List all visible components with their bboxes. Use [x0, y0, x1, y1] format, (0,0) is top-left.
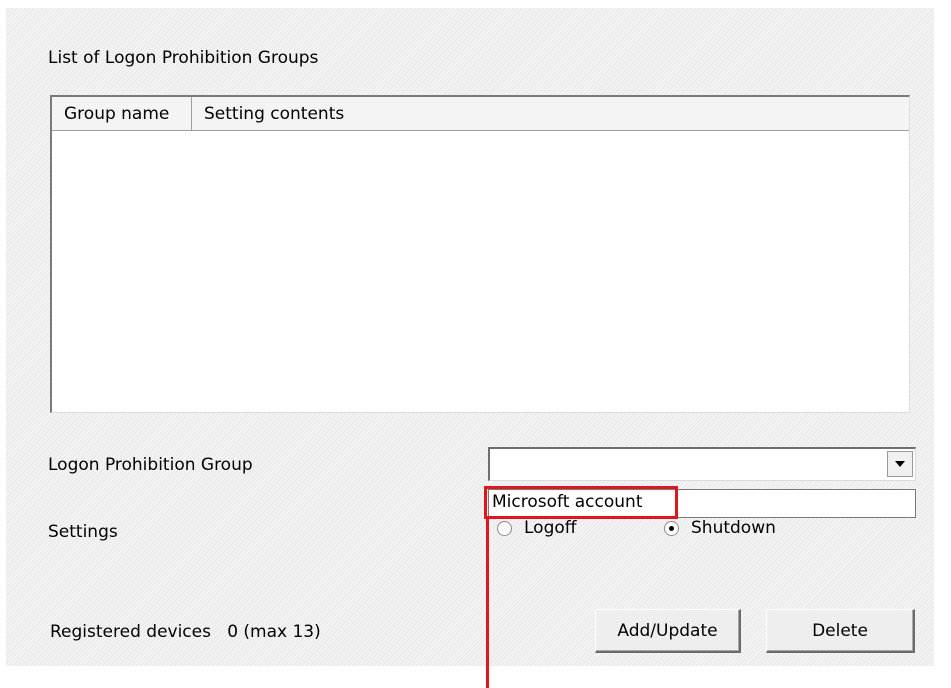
logon-prohibition-group-label: Logon Prohibition Group	[48, 455, 253, 475]
registered-devices-label: Registered devices 0 (max 13)	[50, 622, 321, 642]
registered-devices-value: 0 (max 13)	[227, 622, 321, 642]
add-update-button[interactable]: Add/Update	[595, 609, 741, 653]
radio-logoff-circle[interactable]	[497, 520, 512, 536]
radio-shutdown[interactable]: Shutdown	[664, 518, 776, 538]
annotation-callout-line	[486, 518, 489, 688]
radio-logoff-label: Logoff	[524, 518, 577, 538]
radio-shutdown-label: Shutdown	[691, 518, 776, 538]
radio-selected-dot	[669, 525, 674, 531]
settings-label: Settings	[48, 522, 118, 542]
column-header-group-name[interactable]: Group name	[52, 97, 192, 130]
radio-logoff[interactable]: Logoff	[497, 518, 576, 538]
chevron-down-icon	[895, 461, 905, 467]
annotation-highlight-box	[484, 486, 678, 519]
delete-button[interactable]: Delete	[766, 609, 915, 653]
radio-shutdown-circle[interactable]	[664, 520, 679, 536]
logon-prohibition-group-combobox[interactable]	[488, 447, 916, 481]
combobox-dropdown-button[interactable]	[887, 451, 913, 477]
list-header: Group name Setting contents	[52, 97, 909, 131]
section-title: List of Logon Prohibition Groups	[48, 48, 319, 68]
logon-prohibition-groups-list[interactable]: Group name Setting contents	[50, 95, 910, 413]
registered-devices-text: Registered devices	[50, 622, 211, 642]
column-header-setting-contents[interactable]: Setting contents	[192, 97, 909, 130]
